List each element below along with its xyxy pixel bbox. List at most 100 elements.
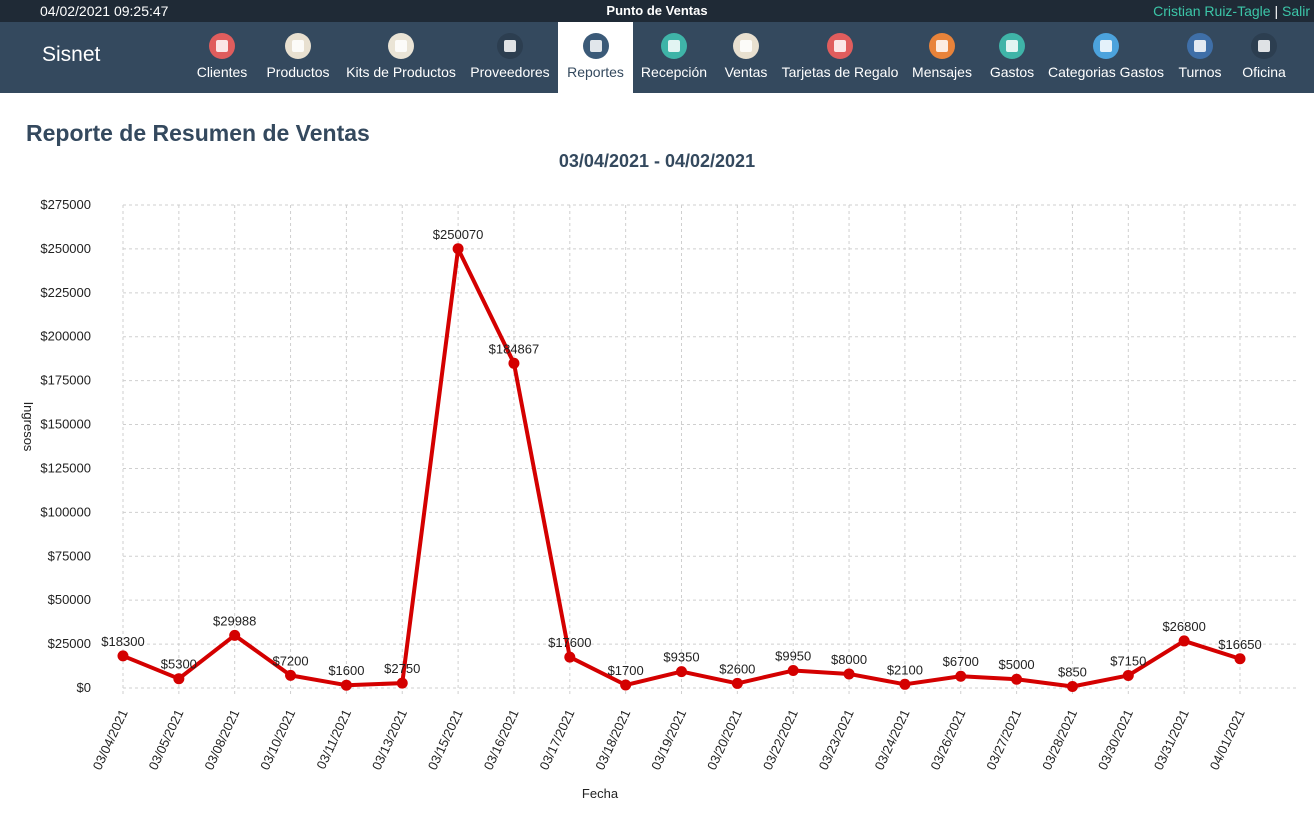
data-point [1234,653,1246,665]
y-axis-label: Ingresos [21,402,36,452]
y-tick-label: $175000 [40,373,91,388]
phone-icon [929,33,955,59]
nav-clientes[interactable]: Clientes [187,22,257,93]
briefcase-icon [497,33,523,59]
nav-turnos[interactable]: Turnos [1169,22,1231,93]
nav-ventas[interactable]: Ventas [715,22,777,93]
x-tick-label: 03/20/2021 [704,707,745,772]
nav-gastos[interactable]: Gastos [981,22,1043,93]
nav-label: Reportes [567,64,624,80]
user-link[interactable]: Cristian Ruiz-Tagle [1153,3,1270,19]
x-tick-label: 03/15/2021 [425,707,466,772]
data-label: $16650 [1218,637,1261,652]
data-point [229,629,241,641]
nav-label: Oficina [1242,64,1286,80]
data-label: $8000 [831,652,867,667]
top-bar: 04/02/2021 09:25:47 Punto de Ventas Cris… [0,0,1314,22]
data-label: $17600 [548,635,591,650]
x-tick-label: 03/16/2021 [481,707,522,772]
data-point [899,678,911,690]
nav-label: Gastos [989,64,1035,80]
data-label: $5300 [161,657,197,672]
x-tick-label: 03/04/2021 [90,707,131,772]
data-label: $2750 [384,661,420,676]
x-tick-label: 03/05/2021 [145,707,186,772]
y-tick-label: $275000 [40,197,91,212]
user-area: Cristian Ruiz-Tagle | Salir [1153,3,1310,19]
bar-chart-icon [582,33,609,59]
nav-label: Clientes [196,64,248,80]
y-tick-label: $125000 [40,460,91,475]
data-label: $1600 [328,663,364,678]
nav-proveedores[interactable]: Proveedores [464,22,556,93]
books-icon [1187,33,1213,59]
nav-label: Productos [266,64,330,80]
nav-categorias-gastos[interactable]: Categorias Gastos [1043,22,1169,93]
nav-label: Proveedores [470,64,550,80]
x-tick-label: 03/19/2021 [648,707,689,772]
data-label: $9950 [775,649,811,664]
nav-mensajes[interactable]: Mensajes [903,22,981,93]
x-tick-label: 03/18/2021 [592,707,633,772]
data-point [173,673,185,685]
data-point [340,679,352,691]
nav-productos[interactable]: Productos [258,22,338,93]
x-tick-label: 03/17/2021 [536,707,577,772]
data-point [285,669,297,681]
data-point [676,666,687,678]
y-tick-label: $25000 [48,636,91,651]
separator: | [1274,3,1279,19]
nav-kits-de-productos[interactable]: Kits de Productos [338,22,464,93]
data-point [787,665,799,677]
nav-label: Ventas [724,64,768,80]
x-tick-label: 03/27/2021 [983,707,1024,772]
data-point [1122,669,1134,681]
x-tick-label: 03/10/2021 [257,707,298,772]
nav-label: Categorias Gastos [1048,64,1164,80]
tag-icon [285,33,311,59]
logout-link[interactable]: Salir [1282,3,1310,19]
y-tick-label: $150000 [40,417,91,432]
data-point [955,670,967,682]
x-tick-label: 03/22/2021 [760,707,801,772]
brand-logo[interactable]: Sisnet [42,43,100,67]
data-label: $18300 [101,634,144,649]
data-label: $2600 [719,661,755,676]
app-title: Punto de Ventas [606,3,708,18]
x-tick-label: 03/30/2021 [1095,707,1136,772]
data-label: $9350 [663,650,699,665]
nav-oficina[interactable]: Oficina [1231,22,1297,93]
data-label: $1700 [608,663,644,678]
nav-tarjetas-de-regalo[interactable]: Tarjetas de Regalo [777,22,903,93]
x-tick-label: 03/11/2021 [313,707,354,771]
x-tick-label: 03/28/2021 [1039,707,1080,772]
x-tick-label: 03/08/2021 [201,707,242,772]
data-point [452,243,464,255]
x-tick-label: 03/23/2021 [816,707,857,772]
nav-reportes[interactable]: Reportes [558,22,633,93]
data-point [508,357,520,369]
y-tick-label: $75000 [48,548,91,563]
data-label: $850 [1058,665,1087,680]
x-tick-label: 03/26/2021 [927,707,968,772]
data-point [117,650,129,662]
reception-icon [661,33,687,59]
nav-label: Tarjetas de Regalo [781,64,899,80]
data-label: $7150 [1110,653,1146,668]
nav-label: Mensajes [912,64,972,80]
door-icon [1251,33,1277,59]
y-tick-label: $200000 [40,329,91,344]
x-tick-label: 03/31/2021 [1151,707,1192,772]
data-label: $29988 [213,613,256,628]
page-title: Reporte de Resumen de Ventas [26,120,370,146]
data-label: $2100 [887,662,923,677]
data-label: $7200 [272,653,308,668]
data-point [396,677,408,689]
chart-title: 03/04/2021 - 04/02/2021 [558,151,756,171]
pencil-icon [999,33,1025,59]
x-tick-label: 03/13/2021 [369,707,410,772]
data-point [843,668,855,680]
clients-icon [209,33,235,59]
nav-recepci-n[interactable]: Recepción [633,22,715,93]
y-tick-label: $250000 [40,241,91,256]
